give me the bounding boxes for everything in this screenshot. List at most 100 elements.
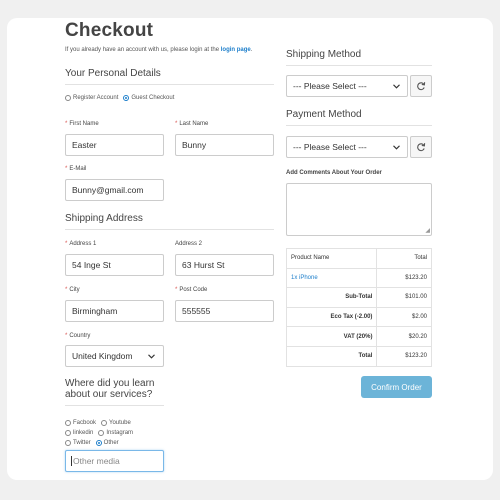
divider [286, 125, 432, 126]
table-row: Product Name Total [285, 248, 432, 269]
shipping-method-select-value: --- Please Select --- [293, 81, 367, 91]
survey-option-label: Other [103, 440, 119, 446]
divider [65, 84, 274, 85]
guest-checkout-radio[interactable]: Guest Checkout [123, 95, 174, 101]
login-note: If you already have an account with us, … [65, 47, 252, 53]
survey-option-label: Facbook [73, 420, 97, 426]
email-label-text: E-Mail [69, 166, 87, 172]
other-media-input[interactable]: Other media [65, 450, 164, 472]
product-total: $123.20 [376, 267, 432, 289]
first-name-label: * First Name [65, 121, 99, 127]
postcode-input[interactable]: 555555 [175, 300, 274, 322]
country-select-value: United Kingdom [72, 351, 133, 361]
address1-label: * Address 1 [65, 241, 96, 247]
resize-grip-icon[interactable]: ◢ [425, 227, 430, 234]
address2-input[interactable]: 63 Hurst St [175, 254, 274, 276]
other-media-placeholder: Other media [73, 456, 120, 466]
survey-option-other[interactable]: Other [95, 438, 119, 448]
survey-option-youtube[interactable]: Youtube [101, 418, 131, 428]
city-label-text: City [69, 287, 80, 293]
survey-option-facebook[interactable]: Facbook [65, 418, 96, 428]
chevron-down-icon [148, 354, 155, 359]
login-note-text: If you already have an account with us, … [65, 47, 221, 53]
header-total: Total [376, 248, 432, 269]
table-row: VAT (20%) $20.20 [285, 326, 432, 347]
header-product: Product Name [285, 248, 378, 269]
divider [65, 229, 274, 230]
divider [286, 65, 432, 66]
survey-heading-line1: Where did you learn [65, 378, 155, 389]
city-input[interactable]: Birmingham [65, 300, 164, 322]
survey-option-twitter[interactable]: Twitter [65, 438, 91, 448]
required-mark: * [65, 333, 68, 339]
country-select[interactable]: United Kingdom [65, 345, 164, 367]
comments-label: Add Comments About Your Order [286, 170, 382, 176]
table-row: 1x iPhone $123.20 [285, 267, 432, 289]
total-label: Total [285, 345, 378, 367]
required-mark: * [175, 121, 178, 127]
required-mark: * [65, 121, 68, 127]
payment-method-heading: Payment Method [286, 109, 362, 120]
address1-input[interactable]: 54 Inge St [65, 254, 164, 276]
first-name-label-text: First Name [69, 121, 99, 127]
radio-dot [65, 95, 71, 101]
payment-refresh-button[interactable] [410, 136, 432, 158]
account-type-group: Register Account Guest Checkout [65, 95, 179, 101]
table-row: Sub-Total $101.00 [285, 287, 432, 308]
radio-dot [98, 430, 105, 436]
survey-option-label: Instagram [106, 430, 134, 436]
survey-options: Facbook Youtube linkedin Instagram Twitt… [65, 418, 138, 448]
text-cursor [71, 456, 72, 466]
login-note-suffix: . [250, 47, 253, 53]
register-account-label: Register Account [73, 95, 119, 101]
postcode-label-text: Post Code [179, 287, 208, 293]
survey-option-label: Twitter [73, 440, 91, 446]
login-page-link[interactable]: login page [221, 47, 251, 53]
vat-value: $20.20 [376, 326, 432, 347]
ecotax-value: $2.00 [376, 306, 432, 328]
product-link[interactable]: 1x iPhone [285, 267, 378, 289]
register-account-radio[interactable]: Register Account [65, 95, 118, 101]
country-label-text: Country [69, 333, 91, 339]
survey-option-instagram[interactable]: Instagram [98, 428, 133, 438]
country-label: * Country [65, 333, 90, 339]
refresh-icon [417, 82, 426, 91]
payment-method-select[interactable]: --- Please Select --- [286, 136, 408, 158]
radio-dot [65, 420, 71, 426]
radio-dot [65, 440, 71, 446]
divider [65, 405, 164, 406]
shipping-refresh-button[interactable] [410, 75, 432, 97]
last-name-input[interactable]: Bunny [175, 134, 274, 156]
required-mark: * [175, 287, 178, 293]
shipping-method-heading: Shipping Method [286, 49, 362, 60]
radio-dot [65, 430, 71, 436]
survey-row: linkedin Instagram [65, 428, 138, 438]
postcode-label: * Post Code [175, 287, 207, 293]
subtotal-label: Sub-Total [285, 287, 378, 308]
page-title: Checkout [65, 20, 154, 41]
survey-option-linkedin[interactable]: linkedin [65, 428, 93, 438]
address2-label: Address 2 [175, 241, 203, 247]
ecotax-label: Eco Tax (-2.00) [285, 306, 378, 328]
comments-textarea[interactable]: ◢ [286, 183, 432, 236]
shipping-address-heading: Shipping Address [65, 213, 143, 224]
chevron-down-icon [393, 145, 400, 150]
first-name-input[interactable]: Easter [65, 134, 164, 156]
survey-option-label: Youtube [109, 420, 131, 426]
required-mark: * [65, 241, 68, 247]
city-label: * City [65, 287, 80, 293]
shipping-method-select[interactable]: --- Please Select --- [286, 75, 408, 97]
personal-details-heading: Your Personal Details [65, 68, 161, 79]
confirm-order-button[interactable]: Confirm Order [361, 376, 432, 398]
radio-dot [101, 420, 108, 426]
guest-checkout-label: Guest Checkout [131, 95, 175, 101]
total-value: $123.20 [376, 345, 432, 367]
email-input[interactable]: Bunny@gmail.com [65, 179, 164, 201]
required-mark: * [65, 166, 68, 172]
survey-row: Facbook Youtube [65, 418, 138, 428]
radio-dot-selected [95, 440, 102, 446]
radio-dot-selected [123, 95, 130, 101]
required-mark: * [65, 287, 68, 293]
survey-heading: Where did you learn about our services? [65, 378, 155, 400]
subtotal-value: $101.00 [376, 287, 432, 308]
